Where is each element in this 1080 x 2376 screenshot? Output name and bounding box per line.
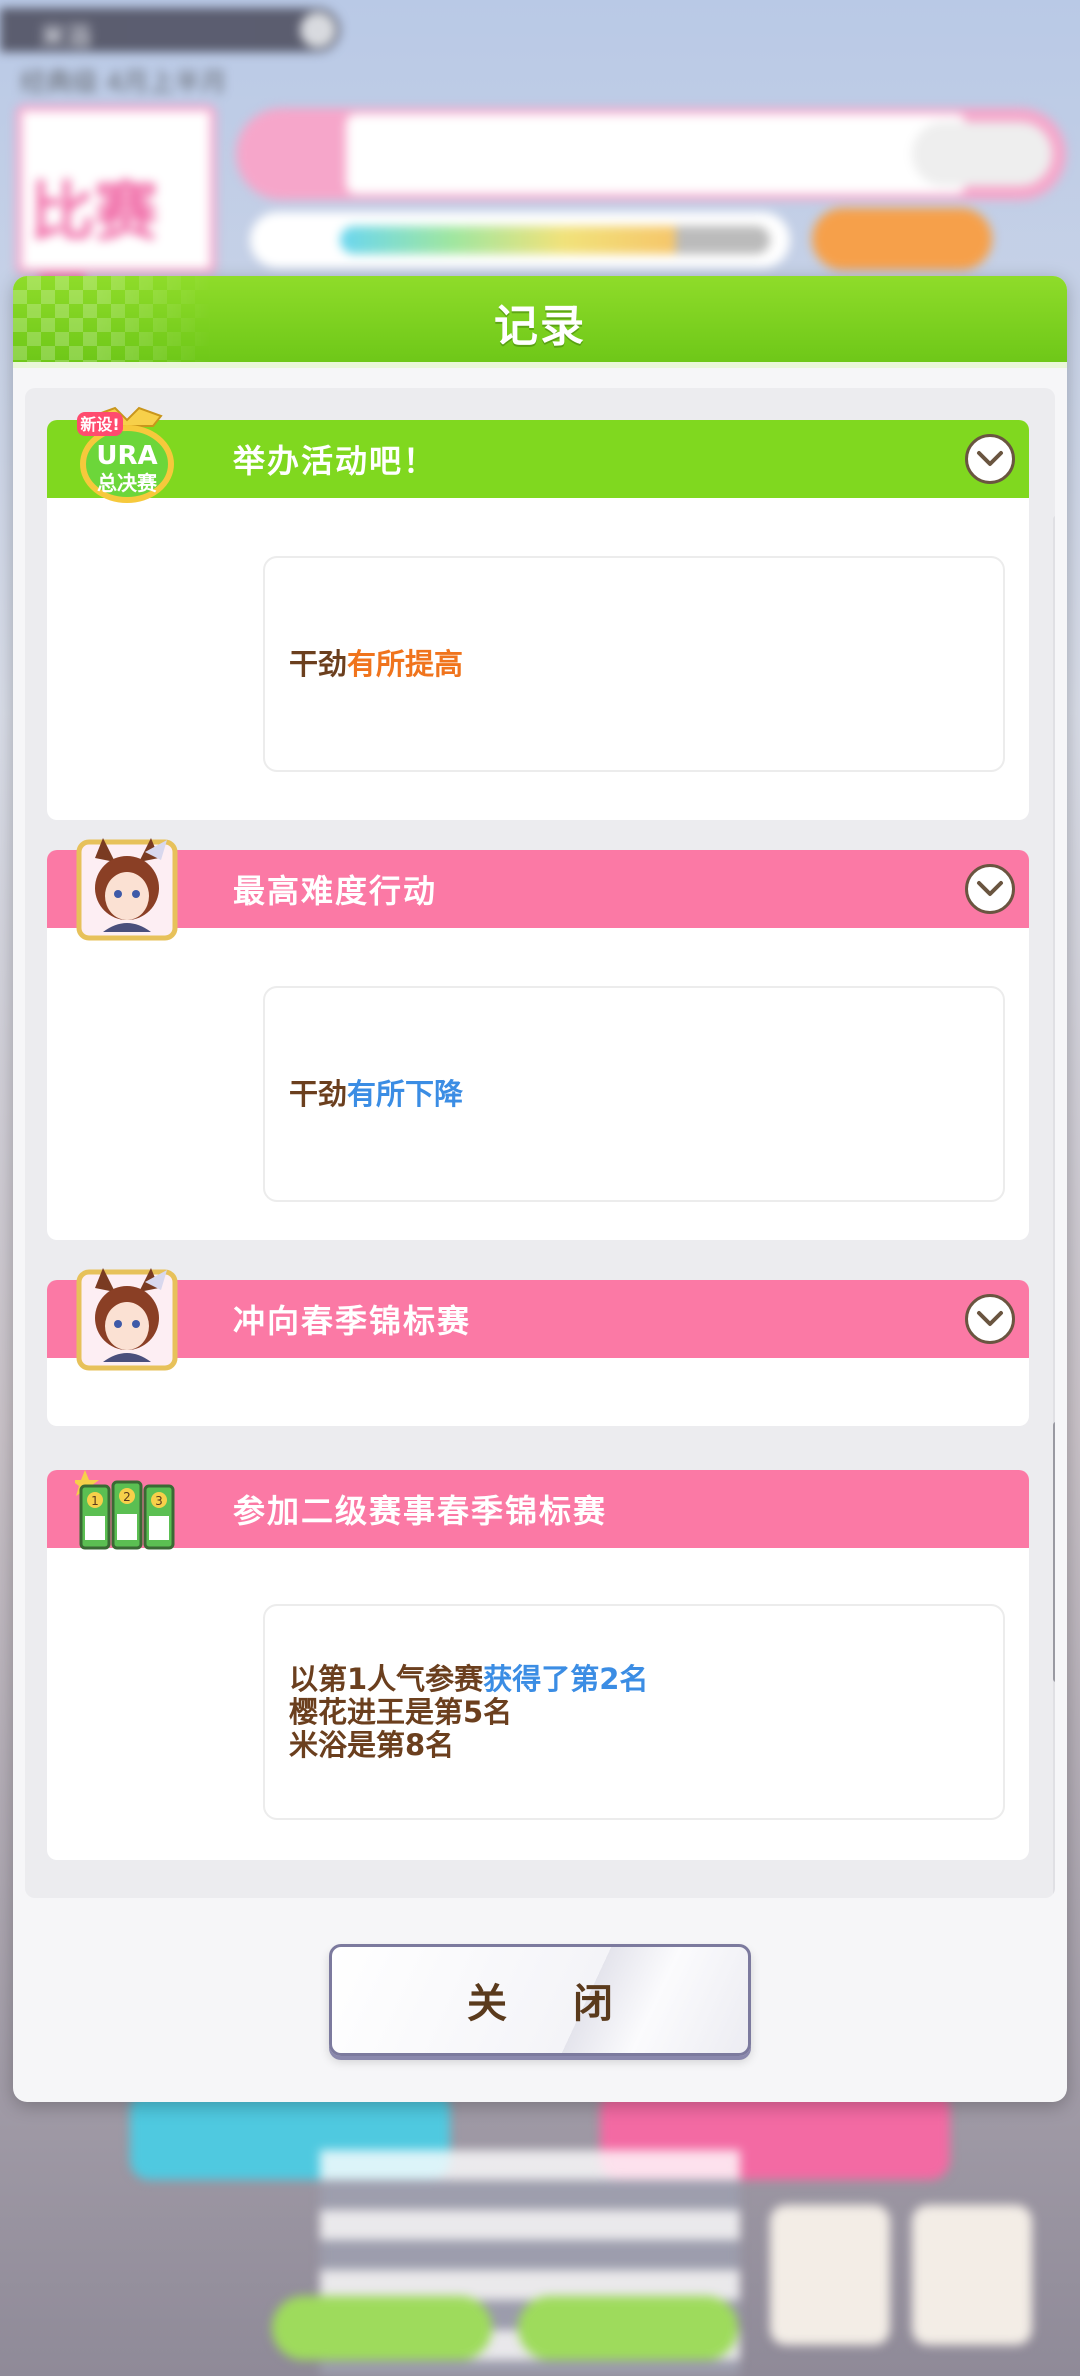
detail-line: 樱花进王是第5名 — [289, 1694, 513, 1729]
chevron-down-icon[interactable] — [965, 434, 1015, 484]
background-goal-panel — [236, 108, 1066, 200]
scrollbar[interactable] — [1053, 516, 1055, 1898]
background-calendar: 比赛日 — [16, 105, 216, 342]
background-orange-button — [812, 208, 992, 270]
svg-text:URA: URA — [96, 441, 157, 471]
detail-highlight: 有所提高 — [347, 646, 464, 681]
character-portrait-icon — [75, 836, 179, 946]
background-date: 经典级 4月上半月 — [20, 68, 227, 98]
entry-header[interactable]: 冲向春季锦标赛 — [47, 1280, 1029, 1358]
svg-text:新设!: 新设! — [80, 415, 119, 434]
entry-title: 冲向春季锦标赛 — [233, 1302, 472, 1340]
entry-header[interactable]: 举办活动吧！ — [47, 420, 1029, 498]
log-entry: 最高难度行动 干劲有所下降 — [47, 838, 1029, 1240]
entry-detail: 以第1人气参赛获得了第2名 樱花进王是第5名 米浴是第8名 — [263, 1604, 1005, 1820]
chevron-down-icon[interactable] — [965, 1294, 1015, 1344]
log-entry: 冲向春季锦标赛 — [47, 1268, 1029, 1426]
log-list[interactable]: 举办活动吧！ 新设! URA 总决赛 干劲有所提高 最高难度行动 干劲有所下降 … — [25, 388, 1055, 1898]
detail-line: 米浴是第8名 — [289, 1727, 455, 1762]
detail-highlight: 获得了第2名 — [483, 1661, 649, 1696]
entry-title: 举办活动吧！ — [233, 442, 438, 480]
svg-text:2: 2 — [123, 1490, 131, 1504]
svg-text:总决赛: 总决赛 — [97, 471, 158, 495]
svg-text:3: 3 — [155, 1494, 163, 1508]
background-green-button — [518, 2296, 738, 2360]
background-energy-bar — [250, 212, 790, 268]
entry-header[interactable]: 最高难度行动 — [47, 850, 1029, 928]
log-dialog: 记录 举办活动吧！ 新设! URA 总决赛 干劲有所提高 最高难度行动 干劲有所… — [13, 276, 1067, 2102]
background-top-bar: 米浴 — [0, 8, 340, 52]
dialog-title: 记录 — [494, 301, 586, 352]
log-entry: 举办活动吧！ 新设! URA 总决赛 干劲有所提高 — [47, 406, 1029, 820]
scrollbar-thumb[interactable] — [1053, 1422, 1055, 1682]
close-button-label: 关 闭 — [467, 1981, 639, 2027]
detail-line: 干劲有所提高 — [289, 646, 464, 681]
entry-header[interactable]: 参加二级赛事春季锦标赛 — [47, 1470, 1029, 1548]
race-ranking-cards-icon: 1 2 3 — [71, 1466, 179, 1576]
chevron-down-icon[interactable] — [965, 864, 1015, 914]
entry-detail: 干劲有所下降 — [263, 986, 1005, 1202]
ura-finals-badge-icon: 新设! URA 总决赛 — [75, 406, 179, 516]
detail-line: 以第1人气参赛获得了第2名 — [289, 1661, 649, 1696]
background-menu-button — [912, 2205, 1032, 2345]
entry-title: 最高难度行动 — [233, 872, 438, 910]
detail-line: 干劲有所下降 — [289, 1076, 464, 1111]
dialog-header: 记录 — [13, 276, 1067, 368]
entry-detail: 干劲有所提高 — [263, 556, 1005, 772]
character-portrait-icon — [75, 1266, 179, 1376]
log-entry: 参加二级赛事春季锦标赛 1 2 3 以第1人气参赛获得了第2名 樱花进王是第5名… — [47, 1470, 1029, 1860]
close-button[interactable]: 关 闭 — [329, 1944, 751, 2056]
background-square-button — [770, 2205, 890, 2345]
entry-title: 参加二级赛事春季锦标赛 — [233, 1492, 608, 1530]
svg-text:1: 1 — [91, 1494, 99, 1508]
background-green-button — [272, 2296, 492, 2360]
detail-highlight: 有所下降 — [347, 1076, 464, 1111]
